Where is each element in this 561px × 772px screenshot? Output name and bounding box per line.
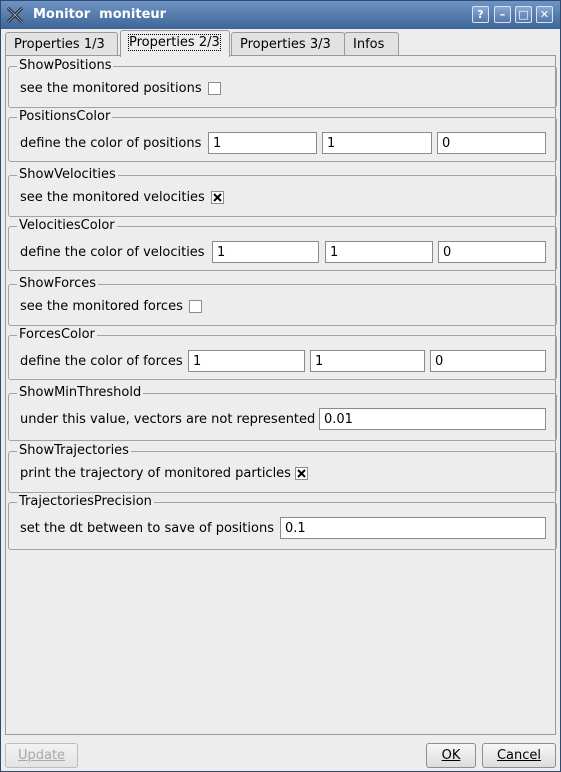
show-trajectories-group: ShowTrajectories print the trajectory of… [8,443,557,493]
dialog-window: Monitor moniteur ? – □ ✕ Properties 1/3 … [0,0,561,772]
checkmark-x-icon [297,469,306,478]
positions-color-r-input[interactable] [208,132,317,154]
update-button[interactable]: Update [5,743,78,768]
positions-color-group: PositionsColor define the color of posit… [8,109,557,162]
minimize-icon: – [499,8,506,21]
positions-color-label: define the color of positions [20,136,202,151]
show-trajectories-label: print the trajectory of monitored partic… [20,466,291,481]
trajectories-precision-label: set the dt between to save of positions [20,521,274,536]
show-positions-group: ShowPositions see the monitored position… [8,58,557,108]
forces-color-b-input[interactable] [430,350,546,372]
trajectories-precision-input[interactable] [280,517,546,539]
forces-color-group: ForcesColor define the color of forces [8,327,557,380]
checkmark-x-icon [213,193,222,202]
show-velocities-group: ShowVelocities see the monitored velocit… [8,167,557,217]
close-button[interactable]: ✕ [536,6,553,23]
positions-color-g-input[interactable] [322,132,432,154]
app-x-icon [6,6,24,24]
help-button[interactable]: ? [472,6,489,23]
show-forces-checkbox[interactable] [189,300,202,313]
velocities-color-r-input[interactable] [212,241,319,263]
group-title: ForcesColor [17,327,97,342]
show-velocities-label: see the monitored velocities [20,190,205,205]
show-forces-label: see the monitored forces [20,299,183,314]
tab-infos[interactable]: Infos [344,32,399,56]
window-title: Monitor moniteur [33,7,167,22]
forces-color-r-input[interactable] [188,350,305,372]
tab-properties-1[interactable]: Properties 1/3 [5,32,118,56]
group-title: ShowPositions [17,58,114,73]
maximize-button[interactable]: □ [515,6,532,23]
tab-label: Infos [353,37,385,52]
maximize-icon: □ [518,8,529,21]
help-icon: ? [477,8,484,21]
forces-color-label: define the color of forces [20,354,183,369]
ok-button[interactable]: OK [426,743,476,768]
close-icon: ✕ [539,8,550,21]
velocities-color-group: VelocitiesColor define the color of velo… [8,218,557,271]
trajectories-precision-group: TrajectoriesPrecision set the dt between… [8,494,557,550]
show-positions-label: see the monitored positions [20,81,202,96]
velocities-color-b-input[interactable] [438,241,546,263]
minimize-button[interactable]: – [494,6,511,23]
group-title: ShowVelocities [17,167,118,182]
group-title: ShowTrajectories [17,443,131,458]
cancel-button[interactable]: Cancel [482,743,556,768]
cancel-button-label: Cancel [496,748,542,763]
tab-label: Properties 1/3 [14,37,105,52]
forces-color-g-input[interactable] [310,350,425,372]
tab-page: ShowPositions see the monitored position… [5,55,557,735]
min-threshold-label: under this value, vectors are not repres… [20,412,316,427]
tab-label: Properties 3/3 [240,37,331,52]
show-trajectories-checkbox[interactable] [295,467,308,480]
tab-properties-2[interactable]: Properties 2/3 [120,30,230,57]
velocities-color-g-input[interactable] [325,241,433,263]
ok-button-label: OK [441,748,461,763]
group-title: ShowMinThreshold [17,385,144,400]
group-title: TrajectoriesPrecision [17,494,154,509]
group-title: VelocitiesColor [17,218,117,233]
show-forces-group: ShowForces see the monitored forces [8,276,557,326]
update-button-label: Update [17,748,66,763]
group-title: PositionsColor [17,109,113,124]
velocities-color-label: define the color of velocities [20,245,205,260]
group-title: ShowForces [17,276,99,291]
min-threshold-input[interactable] [319,408,546,430]
button-bar: Update OK Cancel [1,737,560,771]
show-velocities-checkbox[interactable] [211,191,224,204]
positions-color-b-input[interactable] [437,132,546,154]
tab-label: Properties 2/3 [128,34,221,51]
show-positions-checkbox[interactable] [208,82,221,95]
tab-properties-3[interactable]: Properties 3/3 [231,32,345,56]
tab-bar: Properties 1/3 Properties 2/3 Properties… [5,30,555,57]
show-min-threshold-group: ShowMinThreshold under this value, vecto… [8,385,557,441]
title-bar[interactable]: Monitor moniteur ? – □ ✕ [1,1,560,29]
